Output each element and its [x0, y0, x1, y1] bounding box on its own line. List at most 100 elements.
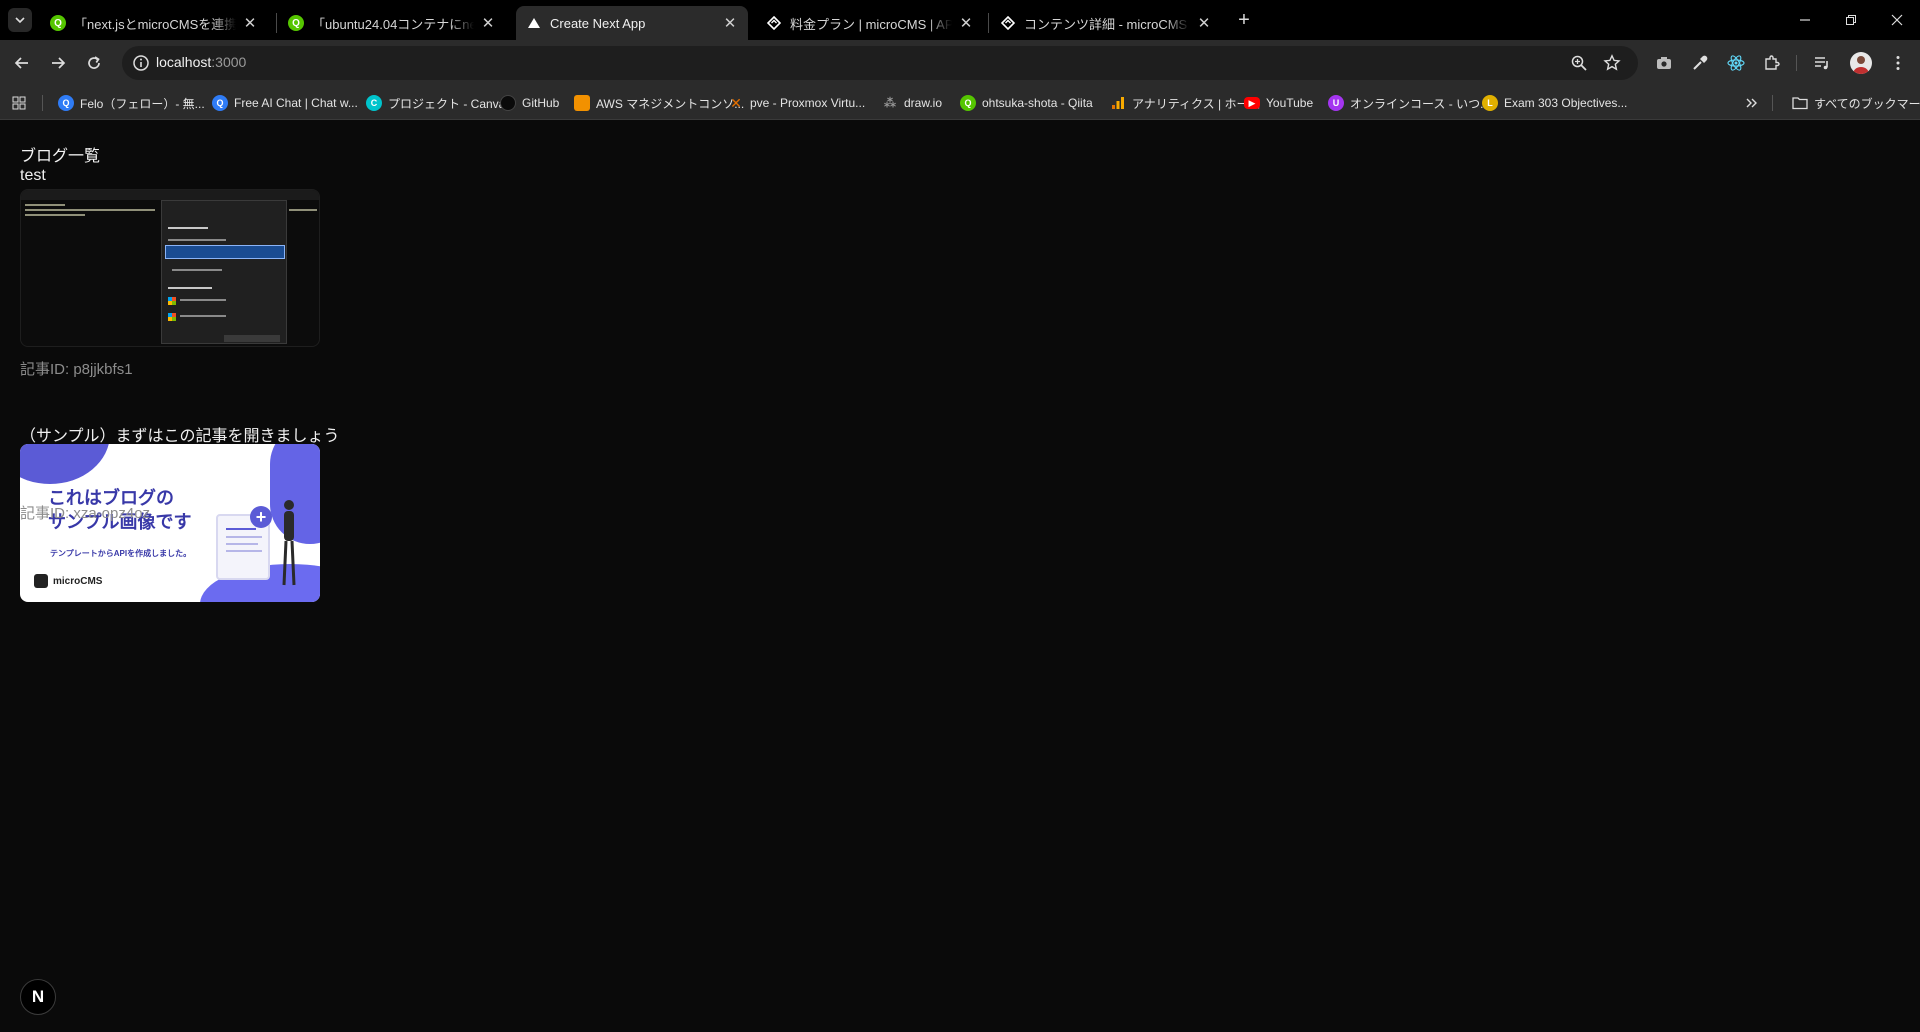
- bookmark-label: YouTube: [1266, 96, 1314, 110]
- bookmark-qiita-profile[interactable]: Qohtsuka-shota - Qiita: [960, 94, 1093, 112]
- url-text[interactable]: localhost:3000: [156, 54, 246, 70]
- sample-subtext: テンプレートからAPIを作成しました。: [50, 549, 192, 558]
- bookmark-analytics[interactable]: アナリティクス | ホーム: [1110, 94, 1260, 112]
- lpi-icon: L: [1482, 95, 1498, 111]
- eyedropper-icon: [1693, 55, 1708, 70]
- youtube-icon: ▶: [1244, 97, 1260, 109]
- bookmark-youtube[interactable]: ▶ YouTube: [1244, 94, 1313, 112]
- bookmarks-overflow-button[interactable]: [1744, 94, 1758, 112]
- post-id: 記事ID: xza-opz4oz: [20, 505, 151, 522]
- url-host: localhost: [156, 54, 212, 70]
- bookmark-drawio[interactable]: ⁂ draw.io: [882, 94, 942, 112]
- close-tab-icon[interactable]: ✕: [480, 15, 496, 32]
- tab-create-next-app[interactable]: Create Next App ✕: [516, 6, 748, 40]
- github-icon: [500, 95, 516, 111]
- nextjs-dev-tools-button[interactable]: N: [20, 979, 56, 1015]
- bookmark-github[interactable]: GitHub: [500, 94, 559, 112]
- media-controls-button[interactable]: [1812, 53, 1832, 73]
- bookmarks-divider: [1772, 95, 1773, 111]
- bookmark-exam-303[interactable]: L Exam 303 Objectives...: [1482, 94, 1627, 112]
- bookmark-label: Felo（フェロー）- 無...: [80, 96, 205, 111]
- screenshot-button[interactable]: [1654, 53, 1674, 73]
- microcms-logo: microCMS: [34, 574, 102, 588]
- tab-divider: [276, 13, 277, 33]
- all-bookmarks-button[interactable]: すべてのブックマーク: [1792, 94, 1920, 112]
- all-bookmarks-label: すべてのブックマーク: [1814, 96, 1920, 111]
- zoom-icon[interactable]: [1570, 54, 1588, 72]
- forward-button[interactable]: [44, 49, 72, 77]
- microcms-icon: [34, 574, 48, 588]
- logo-text: microCMS: [53, 575, 103, 587]
- apps-grid-icon: [12, 96, 26, 110]
- double-chevron-right-icon: [1746, 98, 1757, 108]
- extensions-button[interactable]: [1762, 53, 1782, 73]
- bookmarks-bar: Q Felo（フェロー）- 無... Q Free AI Chat | Chat w…: [0, 86, 1920, 120]
- more-vertical-icon: [1896, 56, 1900, 70]
- close-tab-icon[interactable]: ✕: [1196, 15, 1212, 32]
- browser-menu-button[interactable]: [1888, 53, 1908, 73]
- react-icon: [1727, 55, 1745, 71]
- browser-toolbar: localhost:3000: [0, 40, 1920, 86]
- tab-microcms-content-detail[interactable]: コンテンツ詳細 - microCMS ✕: [990, 6, 1222, 40]
- tab-title: Create Next App: [550, 15, 646, 31]
- site-info-icon[interactable]: [132, 54, 150, 72]
- bookmark-aws[interactable]: AWS マネジメントコンソ...: [574, 94, 744, 112]
- page-viewport: ブログ一覧 test 記事ID: p8jjkbfs1 （サンプル）まずはこの記事…: [0, 121, 1920, 1032]
- bookmark-label: プロジェクト - Canva: [388, 96, 506, 111]
- bookmark-label: AWS マネジメントコンソ...: [596, 96, 745, 111]
- restore-icon: [1846, 15, 1856, 25]
- tab-qiita-nextjs-microcms[interactable]: Q 「next.jsとmicroCMSを連携してみ ✕: [40, 6, 268, 40]
- bookmark-label: オンラインコース - いつ...: [1350, 96, 1491, 111]
- profile-avatar[interactable]: [1850, 52, 1872, 74]
- tab-title: 料金プラン | microCMS | APIベー: [790, 16, 952, 32]
- bookmark-felo[interactable]: Q Felo（フェロー）- 無...: [58, 94, 205, 112]
- bookmark-label: draw.io: [904, 96, 943, 110]
- plus-icon: +: [1238, 8, 1250, 31]
- tab-title: 「next.jsとmicroCMSを連携してみ: [74, 16, 236, 32]
- back-button[interactable]: [8, 49, 36, 77]
- react-devtools-button[interactable]: [1726, 53, 1746, 73]
- reload-button[interactable]: [80, 49, 108, 77]
- bookmarks-divider: [42, 95, 43, 111]
- post-thumbnail-microcms-sample: これはブログの サンプル画像です テンプレートからAPIを作成しました。 micr…: [20, 444, 320, 602]
- minimize-button[interactable]: [1782, 0, 1828, 40]
- close-tab-icon[interactable]: ✕: [242, 15, 258, 32]
- address-bar[interactable]: localhost:3000: [122, 46, 1638, 80]
- vercel-triangle-icon: [526, 15, 542, 31]
- new-tab-button[interactable]: +: [1232, 8, 1256, 32]
- analytics-icon: [1110, 95, 1126, 111]
- felo-icon: Q: [58, 95, 74, 111]
- camera-icon: [1657, 57, 1671, 69]
- canva-icon: C: [366, 95, 382, 111]
- bookmark-label: アナリティクス | ホーム: [1132, 96, 1261, 111]
- microcms-icon: [1000, 15, 1016, 31]
- tab-qiita-ubuntu-nextjs[interactable]: Q 「ubuntu24.04コンテナにnext.js環 ✕: [278, 6, 506, 40]
- tab-divider: [988, 13, 989, 33]
- eyedropper-button[interactable]: [1690, 53, 1710, 73]
- qiita-icon: Q: [288, 15, 304, 31]
- tab-title: コンテンツ詳細 - microCMS: [1024, 16, 1188, 32]
- proxmox-icon: ✕: [730, 94, 742, 111]
- post-id: 記事ID: p8jjkbfs1: [20, 361, 133, 378]
- bookmark-udemy[interactable]: U オンラインコース - いつ...: [1328, 94, 1490, 112]
- bookmark-free-ai-chat[interactable]: Q Free AI Chat | Chat w...: [212, 94, 358, 112]
- tab-search-button[interactable]: [8, 8, 32, 32]
- bookmark-label: Free AI Chat | Chat w...: [234, 96, 358, 110]
- close-icon: [1891, 14, 1903, 26]
- restore-button[interactable]: [1828, 0, 1874, 40]
- bookmark-proxmox[interactable]: ✕ pve - Proxmox Virtu...: [728, 94, 865, 112]
- close-tab-icon[interactable]: ✕: [958, 15, 974, 32]
- bookmark-label: ohtsuka-shota - Qiita: [982, 96, 1093, 110]
- bookmark-label: pve - Proxmox Virtu...: [750, 96, 866, 110]
- close-window-button[interactable]: [1874, 0, 1920, 40]
- bookmark-canva[interactable]: C プロジェクト - Canva: [366, 94, 505, 112]
- post-title: （サンプル）まずはこの記事を開きましょう: [20, 428, 340, 445]
- avatar-icon: [1853, 56, 1869, 74]
- tab-microcms-pricing[interactable]: 料金プラン | microCMS | APIベー ✕: [756, 6, 984, 40]
- bookmark-label: Exam 303 Objectives...: [1504, 96, 1628, 110]
- tab-title: 「ubuntu24.04コンテナにnext.js環: [312, 16, 474, 32]
- chevron-down-icon: [15, 17, 25, 24]
- close-tab-icon[interactable]: ✕: [722, 15, 738, 32]
- apps-button[interactable]: [12, 94, 26, 112]
- bookmark-star-icon[interactable]: [1603, 54, 1621, 72]
